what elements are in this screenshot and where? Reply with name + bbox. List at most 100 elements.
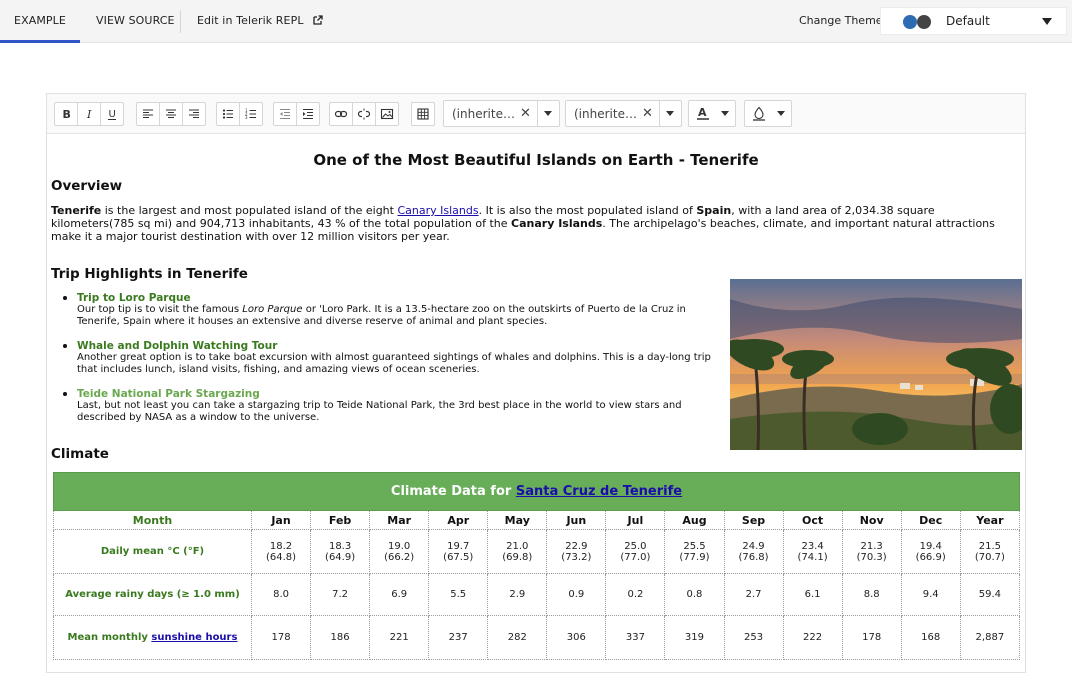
chevron-down-icon [777, 111, 785, 116]
table-header-row: Month Jan Feb Mar Apr May Jun Jul Aug Sep Oct Nov D… [53, 510, 1021, 530]
align-right-button[interactable] [182, 102, 206, 126]
svg-text:3: 3 [245, 115, 248, 120]
align-left-icon [143, 109, 153, 119]
background-color-picker[interactable] [744, 100, 792, 127]
table-cell: 25.0 (77.0) [605, 529, 666, 574]
theme-dropdown[interactable]: Default [880, 7, 1067, 35]
table-cell: 22.9 (73.2) [546, 529, 607, 574]
numbered-list-button[interactable]: 123 [239, 102, 263, 126]
align-center-icon [166, 109, 176, 119]
tab-example[interactable]: EXAMPLE [0, 0, 80, 43]
droplet-icon [753, 106, 765, 121]
sunshine-hours-link[interactable]: sunshine hours [151, 632, 237, 643]
month-column-header: Jan [250, 510, 312, 530]
indent-group [273, 102, 320, 126]
month-column-header: Sep [723, 510, 784, 530]
bullet-list-button[interactable] [216, 102, 240, 126]
table-cell: 21.0 (69.8) [487, 529, 548, 574]
overview-text: is the largest and most populated island… [101, 204, 398, 217]
change-theme-label: Change Theme [799, 14, 883, 27]
table-cell: 186 [310, 615, 371, 660]
clear-icon[interactable]: ✕ [642, 101, 653, 127]
month-column-header: Year [959, 510, 1021, 530]
table-cell: 0.8 [664, 573, 725, 616]
tenerife-sunset-photo[interactable] [730, 279, 1022, 450]
underline-button[interactable]: U [100, 102, 124, 126]
table-cell: 178 [250, 615, 312, 660]
unlink-button[interactable] [352, 102, 376, 126]
highlight-text: Another great option is to take boat exc… [77, 352, 711, 375]
table-cell: 0.2 [605, 573, 666, 616]
highlight-title: Trip to Loro Parque [77, 292, 191, 304]
table-cell: 9.4 [900, 573, 961, 616]
table-cell: 23.4 (74.1) [782, 529, 843, 574]
overview-bold-tenerife: Tenerife [51, 204, 102, 217]
tab-divider [180, 10, 181, 33]
list-group: 123 [216, 102, 263, 126]
document-title: One of the Most Beautiful Islands on Ear… [313, 151, 759, 169]
canary-islands-link[interactable]: Canary Islands [397, 204, 478, 217]
outdent-button[interactable] [273, 102, 297, 126]
month-column-header: Dec [900, 510, 961, 530]
table-cell: 21.3 (70.3) [841, 529, 902, 574]
insert-table-button[interactable] [411, 102, 435, 126]
month-column-header: Mar [369, 510, 430, 530]
text-color-icon: A [697, 106, 709, 120]
table-cell: 2.9 [487, 573, 548, 616]
highlight-title: Teide National Park Stargazing [77, 388, 260, 400]
overview-paragraph: Tenerife is the largest and most populat… [51, 204, 1021, 243]
combo-divider [537, 101, 538, 126]
theme-selected-value: Default [946, 14, 990, 28]
editor-content[interactable]: One of the Most Beautiful Islands on Ear… [47, 134, 1025, 674]
tab-view-source[interactable]: VIEW SOURCE [96, 0, 175, 43]
align-center-button[interactable] [159, 102, 183, 126]
outdent-icon [280, 108, 290, 120]
table-cell: 7.2 [310, 573, 371, 616]
table-cell: 21.5 (70.7) [959, 529, 1021, 574]
santa-cruz-link[interactable]: Santa Cruz de Tenerife [516, 484, 682, 499]
top-bar: EXAMPLE VIEW SOURCE Edit in Telerik REPL… [0, 0, 1072, 43]
table-cell: 8.0 [250, 573, 312, 616]
table-row: Mean monthly sunshine hours 178 186 221 237… [53, 615, 1021, 660]
table-cell: 18.2 (64.8) [250, 529, 312, 574]
clear-icon[interactable]: ✕ [520, 101, 531, 127]
svg-text:U: U [109, 109, 116, 120]
list-item: Teide National Park Stargazing Last, but… [63, 388, 723, 424]
italic-button[interactable]: I [77, 102, 101, 126]
theme-swatch-icon [893, 15, 933, 29]
bold-icon: B [63, 108, 71, 121]
font-size-combobox[interactable]: (inherited size) ✕ [565, 100, 682, 127]
month-column-header: Jun [546, 510, 607, 530]
table-icon [417, 108, 429, 120]
font-family-value: (inherited font) [452, 107, 518, 121]
font-family-combobox[interactable]: (inherited font) ✕ [443, 100, 560, 127]
foreground-color-picker[interactable]: A [688, 100, 736, 127]
indent-button[interactable] [296, 102, 320, 126]
alignment-group [136, 102, 206, 126]
chevron-down-icon [721, 111, 729, 116]
table-title: Climate Data for Santa Cruz de Tenerife [53, 472, 1020, 511]
table-cell: 168 [900, 615, 961, 660]
chevron-down-icon[interactable] [666, 111, 674, 116]
text-style-group: B I U [54, 102, 124, 126]
align-left-button[interactable] [136, 102, 160, 126]
month-column-header: Jul [605, 510, 666, 530]
highlight-text: Last, but not least you can take a starg… [77, 400, 682, 423]
external-link-icon [313, 15, 323, 25]
bold-button[interactable]: B [54, 102, 78, 126]
overview-bold-canary: Canary Islands [511, 217, 603, 230]
italic-icon: I [86, 108, 92, 121]
month-header: Month [53, 510, 252, 530]
table-cell: 6.1 [782, 573, 843, 616]
chevron-down-icon[interactable] [544, 111, 552, 116]
row-label: Average rainy days (≥ 1.0 mm) [53, 573, 252, 616]
insert-link-button[interactable] [329, 102, 353, 126]
table-group [411, 102, 435, 126]
highlight-title: Whale and Dolphin Watching Tour [77, 340, 278, 352]
insert-image-button[interactable] [375, 102, 399, 126]
climate-table: Climate Data for Santa Cruz de Tenerife … [53, 472, 1021, 660]
edit-in-repl-link[interactable]: Edit in Telerik REPL [197, 0, 323, 43]
align-right-icon [189, 109, 199, 119]
list-item: Trip to Loro Parque Our top tip is to vi… [63, 292, 723, 328]
table-row: Daily mean °C (°F) 18.2 (64.8) 18.3 (64.9) 1… [53, 529, 1021, 574]
